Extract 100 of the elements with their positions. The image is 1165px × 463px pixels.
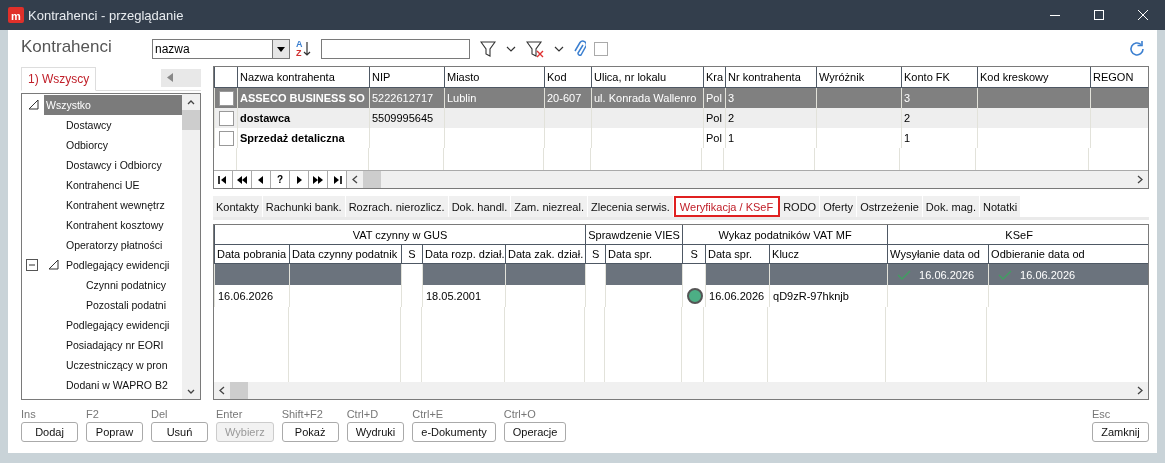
- column-header[interactable]: Konto FK: [901, 67, 978, 88]
- column-header[interactable]: NIP: [369, 67, 445, 88]
- action-button[interactable]: Wydruki: [346, 422, 405, 442]
- column-header[interactable]: REGON: [1090, 67, 1148, 88]
- collapse-icon[interactable]: [26, 258, 38, 271]
- column-header[interactable]: Miasto: [444, 67, 545, 88]
- next-record-button[interactable]: [290, 171, 309, 189]
- checkbox[interactable]: [593, 42, 608, 56]
- row-checkbox[interactable]: [218, 110, 234, 126]
- scrollbar-thumb[interactable]: [182, 109, 200, 130]
- shortcut-label: Ctrl+D: [346, 408, 380, 421]
- tab[interactable]: Weryfikacja / KSeF: [673, 196, 781, 218]
- action-button[interactable]: Popraw: [86, 422, 143, 442]
- scrollbar[interactable]: [182, 93, 200, 399]
- query-button[interactable]: ?: [271, 171, 290, 189]
- tab[interactable]: Rozrach. nierozlicz.: [345, 196, 449, 218]
- last-record-button[interactable]: [328, 171, 347, 189]
- chevron-icon[interactable]: [553, 46, 564, 52]
- next-page-button[interactable]: [309, 171, 328, 189]
- sort-button[interactable]: A Z: [296, 39, 311, 59]
- first-record-button[interactable]: [214, 171, 233, 189]
- window-title: Kontrahenci - przeglądanie: [28, 7, 184, 23]
- search-field[interactable]: [320, 39, 470, 59]
- tree-item[interactable]: Kontrahent kosztowy: [64, 214, 182, 235]
- scrollbar[interactable]: [214, 382, 1148, 399]
- section-title: Kontrahenci: [21, 37, 113, 57]
- tree-item[interactable]: Dostawcy i Odbiorcy: [64, 154, 182, 175]
- clear-filter-icon[interactable]: [525, 40, 544, 58]
- tree-item[interactable]: Podlegający ewidencji: [64, 314, 182, 335]
- skip-start-icon[interactable]: [218, 174, 228, 185]
- action-button[interactable]: Usuń: [151, 422, 208, 442]
- table-row[interactable]: Sprzedaż detaliczna Pol 1 1: [214, 128, 1148, 148]
- action-button[interactable]: Pokaż: [281, 422, 339, 442]
- tab[interactable]: Zlecenia serwis.: [588, 196, 674, 218]
- group-header: KSeF: [887, 225, 1148, 245]
- tree-item[interactable]: Operatorzy płatności: [64, 234, 182, 255]
- tab[interactable]: 1) Wszyscy: [21, 66, 97, 91]
- right-triangle-icon[interactable]: [294, 174, 304, 185]
- group-header: VAT czynny w GUS: [214, 225, 586, 245]
- tree-item[interactable]: Dostawcy: [64, 114, 182, 135]
- tree-item[interactable]: Posiadający nr EORI: [64, 334, 182, 355]
- double-left-icon[interactable]: [237, 174, 247, 185]
- shortcut-label: Ins: [21, 408, 37, 421]
- tab[interactable]: RODO: [780, 196, 821, 218]
- action-button[interactable]: Zamknij: [1092, 422, 1149, 442]
- row-checkbox[interactable]: [218, 130, 234, 146]
- tree-item[interactable]: Dodani w WAPRO B2: [64, 374, 182, 395]
- shortcut-label: Ctrl+E: [412, 408, 445, 421]
- tab[interactable]: Dok. mag.: [922, 196, 980, 218]
- tree-item[interactable]: Uczestniczący w pron: [64, 354, 182, 375]
- table-cell: 5509995645: [369, 108, 445, 128]
- tree-item[interactable]: Podlegający ewidencji: [64, 254, 182, 275]
- tab[interactable]: Rachunki bank.: [262, 196, 346, 218]
- column-header[interactable]: Wyróżnik: [816, 67, 902, 88]
- tab[interactable]: Ostrzeżenie: [857, 196, 923, 218]
- tree-item[interactable]: Odbiorcy: [64, 134, 182, 155]
- previous-record-button[interactable]: [252, 171, 271, 189]
- refresh-icon[interactable]: [1128, 40, 1146, 58]
- double-right-icon[interactable]: [313, 174, 323, 185]
- column-header[interactable]: [214, 67, 238, 88]
- column-header[interactable]: Kod kreskowy: [977, 67, 1091, 88]
- expanded-triangle-icon[interactable]: [47, 259, 59, 271]
- scrollbar-thumb[interactable]: [363, 171, 381, 189]
- column-header[interactable]: Kod: [544, 67, 592, 88]
- table-row[interactable]: dostawca 5509995645 Pol 2 2: [214, 108, 1148, 128]
- column-header[interactable]: Nazwa kontrahenta: [237, 67, 370, 88]
- close-icon[interactable]: [1138, 10, 1148, 20]
- filter-value[interactable]: 16.06.2026: [1020, 268, 1076, 281]
- skip-end-icon[interactable]: [332, 174, 342, 185]
- action-button[interactable]: Dodaj: [21, 422, 78, 442]
- sort-field[interactable]: nazwa: [152, 39, 290, 59]
- table-cell: 2: [725, 108, 817, 128]
- tab[interactable]: Kontakty: [213, 196, 263, 218]
- tab[interactable]: Notatki: [979, 196, 1022, 218]
- action-button[interactable]: Operacje: [503, 422, 567, 442]
- expanded-triangle-icon[interactable]: [27, 99, 39, 111]
- tree-item[interactable]: Wszystko: [44, 94, 182, 115]
- row-checkbox[interactable]: [218, 90, 234, 106]
- paperclip-icon[interactable]: [573, 40, 586, 58]
- column-header[interactable]: Kra: [703, 67, 726, 88]
- table-cell: 1: [901, 128, 978, 148]
- column-header[interactable]: Nr kontrahenta: [725, 67, 817, 88]
- scroll-left-button[interactable]: [161, 68, 201, 87]
- tree-item[interactable]: Kontrahenci UE: [64, 174, 182, 195]
- previous-page-button[interactable]: [233, 171, 252, 189]
- scrollbar-thumb[interactable]: [230, 382, 248, 399]
- tab[interactable]: Dok. handl.: [448, 196, 512, 218]
- filter-icon[interactable]: [479, 40, 496, 58]
- chevron-icon[interactable]: [505, 46, 516, 52]
- column-header[interactable]: Ulica, nr lokalu: [591, 67, 704, 88]
- tree-item[interactable]: Kontrahent wewnętrz: [64, 194, 182, 215]
- tree-item[interactable]: Czynni podatnicy: [84, 274, 182, 295]
- left-triangle-icon[interactable]: [256, 174, 266, 185]
- tree-item[interactable]: Pozostali podatni: [84, 294, 182, 315]
- left-arrow-icon: [167, 73, 173, 83]
- tab[interactable]: Oferty: [820, 196, 858, 218]
- action-button[interactable]: e-Dokumenty: [412, 422, 496, 442]
- maximize-icon[interactable]: [1094, 10, 1104, 20]
- table-row[interactable]: ASSECO BUSINESS SO 5222612717 Lublin 20-607 ul. Konrada Wallenro Pol 3 3: [214, 87, 1148, 108]
- tab[interactable]: Zam. niezreal.: [511, 196, 588, 218]
